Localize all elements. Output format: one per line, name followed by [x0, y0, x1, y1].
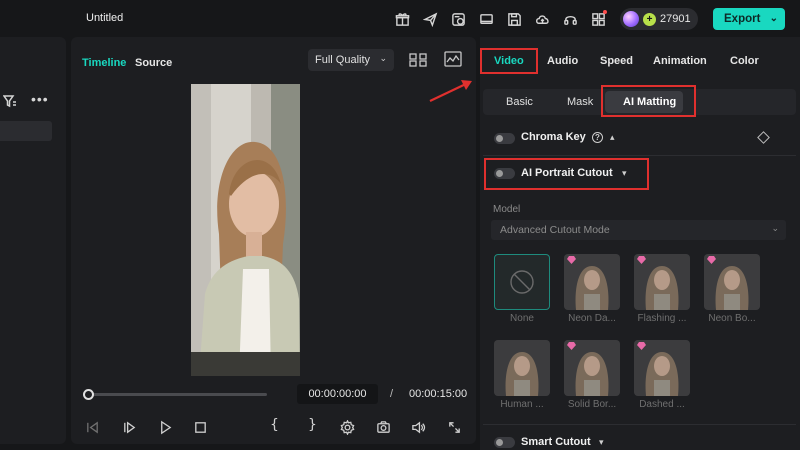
- tab-audio[interactable]: Audio: [547, 55, 578, 67]
- tab-source[interactable]: Source: [135, 57, 172, 69]
- scrubber-handle[interactable]: [83, 389, 94, 400]
- subtab-basic[interactable]: Basic: [506, 96, 533, 108]
- ai-portrait-label: AI Portrait Cutout: [521, 167, 613, 179]
- chevron-down-icon[interactable]: ⌄: [770, 13, 778, 24]
- volume-icon[interactable]: [409, 418, 427, 436]
- model-label: Model: [493, 204, 521, 215]
- premium-gem-icon: [567, 342, 576, 350]
- premium-gem-icon: [637, 256, 646, 264]
- settings-icon[interactable]: [338, 418, 356, 436]
- keyframe-icon[interactable]: [757, 131, 770, 144]
- previous-frame-icon[interactable]: [83, 418, 101, 436]
- smart-cutout-label: Smart Cutout: [521, 436, 591, 448]
- portrait-image: [191, 84, 300, 376]
- next-frame-icon[interactable]: [120, 418, 138, 436]
- media-panel: •••: [0, 37, 66, 444]
- current-time[interactable]: 00:00:00:00: [297, 384, 378, 404]
- apps-icon[interactable]: [588, 9, 608, 29]
- search-bar[interactable]: [0, 121, 52, 141]
- avatar: [623, 11, 639, 27]
- preset-label: Neon Da...: [568, 313, 616, 324]
- credits-value: 27901: [660, 13, 691, 25]
- history-icon[interactable]: [448, 9, 468, 29]
- quality-select[interactable]: Full Quality ⌄: [308, 49, 394, 71]
- video-preview[interactable]: [191, 84, 300, 376]
- chevron-down-icon[interactable]: ▾: [599, 437, 604, 448]
- stop-icon[interactable]: [191, 418, 209, 436]
- plus-coin-icon: +: [643, 12, 656, 26]
- export-label: Export: [724, 13, 761, 25]
- chevron-down-icon: ⌄: [379, 53, 387, 63]
- smart-cutout-toggle[interactable]: [494, 437, 515, 448]
- subtab-mask[interactable]: Mask: [567, 96, 593, 108]
- scope-icon[interactable]: [444, 51, 462, 67]
- tab-video[interactable]: Video: [494, 55, 524, 67]
- help-icon[interactable]: ?: [592, 132, 603, 143]
- quality-value: Full Quality: [315, 54, 371, 66]
- top-bar: Untitled + 27901 Export ⌄: [0, 0, 800, 37]
- chevron-down-icon: ⌄: [771, 223, 779, 233]
- headset-icon[interactable]: [560, 9, 580, 29]
- save-icon[interactable]: [504, 9, 524, 29]
- preset-label: Neon Bo...: [708, 313, 756, 324]
- subtab-ai-matting[interactable]: AI Matting: [623, 96, 676, 108]
- preset-card[interactable]: [564, 340, 620, 396]
- tab-timeline[interactable]: Timeline: [82, 57, 126, 69]
- time-separator: /: [390, 388, 394, 400]
- more-options-icon[interactable]: •••: [31, 91, 49, 107]
- player-panel: Timeline Source Full Quality ⌄ 00:00:00:…: [71, 37, 476, 444]
- model-select[interactable]: Advanced Cutout Mode ⌄: [491, 220, 786, 240]
- snapshot-icon[interactable]: [374, 418, 392, 436]
- grid-view-icon[interactable]: [409, 52, 427, 68]
- toolbar-icons: [392, 9, 608, 29]
- model-value: Advanced Cutout Mode: [500, 224, 610, 236]
- gift-icon[interactable]: [392, 9, 412, 29]
- playback-scrubber[interactable]: [87, 393, 267, 396]
- chevron-up-icon[interactable]: ▴: [610, 132, 615, 143]
- filter-icon[interactable]: [2, 94, 17, 108]
- tab-animation[interactable]: Animation: [653, 55, 707, 67]
- mark-in-icon[interactable]: {: [270, 417, 279, 433]
- preset-none-card[interactable]: [494, 254, 550, 310]
- preset-label: Dashed ...: [639, 399, 685, 410]
- preset-label: Flashing ...: [637, 313, 687, 324]
- export-button[interactable]: Export ⌄: [713, 8, 785, 30]
- divider: [483, 155, 796, 156]
- send-icon[interactable]: [420, 9, 440, 29]
- preset-label: None: [510, 313, 534, 324]
- preset-label: Human ...: [500, 399, 544, 410]
- preset-card[interactable]: [494, 340, 550, 396]
- tab-color[interactable]: Color: [730, 55, 759, 67]
- premium-gem-icon: [637, 342, 646, 350]
- cloud-upload-icon[interactable]: [532, 9, 552, 29]
- premium-gem-icon: [567, 256, 576, 264]
- annotation-arrow: [429, 80, 472, 102]
- premium-gem-icon: [707, 256, 716, 264]
- none-icon: [510, 270, 534, 294]
- tab-speed[interactable]: Speed: [600, 55, 633, 67]
- preset-card[interactable]: [704, 254, 760, 310]
- preset-card[interactable]: [564, 254, 620, 310]
- chroma-key-toggle[interactable]: [494, 133, 515, 144]
- chevron-down-icon[interactable]: ▾: [622, 168, 627, 179]
- divider: [483, 424, 796, 425]
- credits-badge[interactable]: + 27901: [620, 8, 698, 30]
- notification-dot: [603, 10, 607, 14]
- preset-label: Solid Bor...: [567, 399, 617, 410]
- mark-out-icon[interactable]: }: [308, 417, 317, 433]
- chroma-key-label: Chroma Key: [521, 131, 586, 143]
- inspector-panel: Video Audio Speed Animation Color Basic …: [480, 37, 800, 450]
- screen-icon[interactable]: [476, 9, 496, 29]
- preset-card[interactable]: [634, 340, 690, 396]
- preset-thumbnail: [494, 340, 550, 396]
- preset-card[interactable]: [634, 254, 690, 310]
- fullscreen-icon[interactable]: [445, 418, 463, 436]
- total-time: 00:00:15:00: [409, 388, 468, 400]
- project-title: Untitled: [86, 12, 124, 24]
- play-icon[interactable]: [156, 418, 174, 436]
- ai-portrait-toggle[interactable]: [494, 168, 515, 179]
